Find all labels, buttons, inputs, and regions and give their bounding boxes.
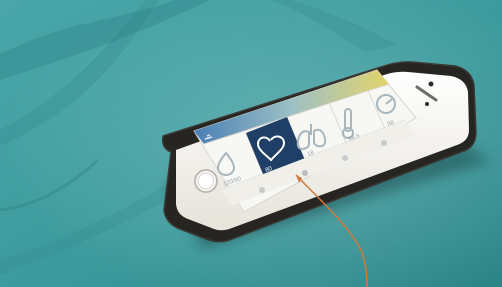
photo-scene: 120/80 80 18 98.6 98 bbox=[0, 0, 502, 287]
home-button[interactable] bbox=[194, 169, 218, 193]
photo: 120/80 80 18 98.6 98 bbox=[0, 0, 502, 287]
